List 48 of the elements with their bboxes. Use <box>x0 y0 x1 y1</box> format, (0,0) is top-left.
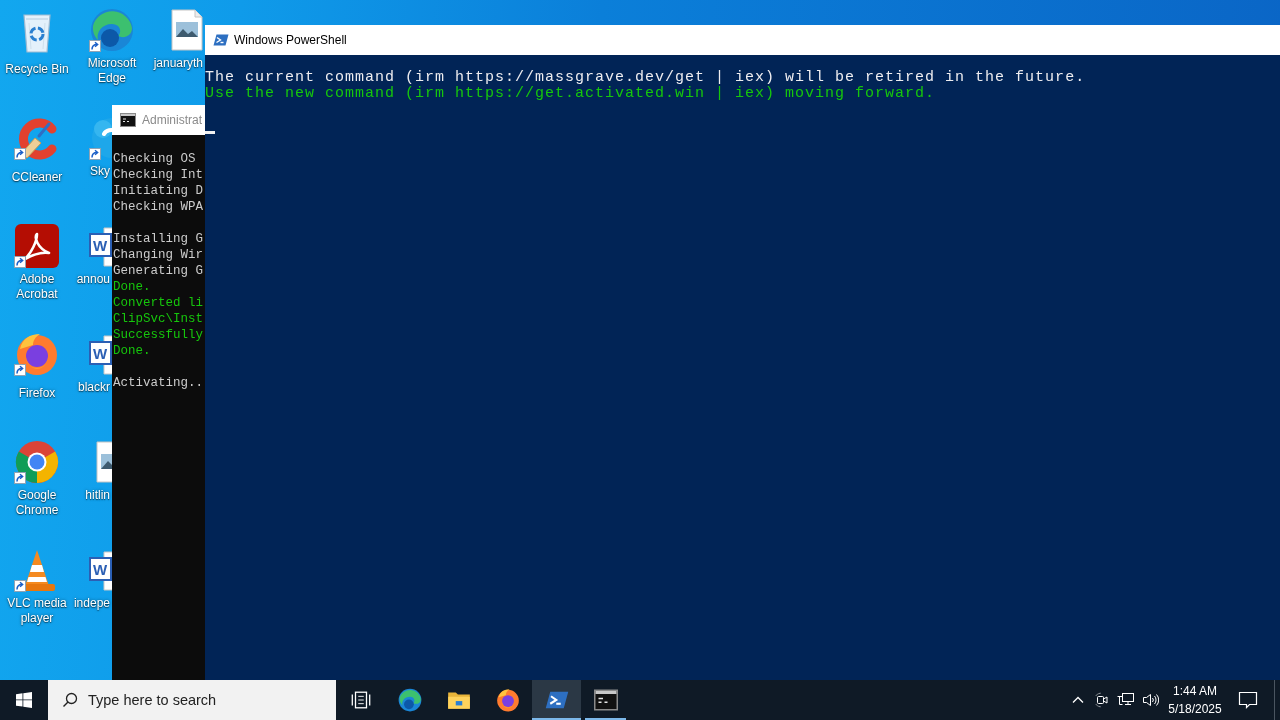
desktop-icon-label[interactable]: Microsoft Edge <box>76 56 148 86</box>
desktop-icon-label[interactable]: Google Chrome <box>1 488 73 518</box>
desktop-icon-label[interactable]: januaryth <box>153 56 203 71</box>
windows-logo-icon <box>16 692 32 708</box>
window-title: Windows PowerShell <box>234 32 347 49</box>
window-title: Administrat <box>142 112 203 129</box>
console-line: Use the new command (irm https://get.activated.win | iex) moving forward. <box>205 86 936 102</box>
desktop-icon-label[interactable]: indepe <box>73 596 110 611</box>
firefox-icon <box>494 687 521 713</box>
console-line: Checking OS <box>113 151 196 167</box>
console-line: Installing G <box>113 231 203 247</box>
clock-button[interactable]: 1:44 AM 5/18/2025 <box>1162 680 1228 720</box>
console-line: Checking WPA <box>113 199 203 215</box>
desktop-icon-label[interactable]: Sky <box>90 164 110 179</box>
console-line: Generating G <box>113 263 203 279</box>
video-camera-icon <box>1094 692 1110 708</box>
console-icon <box>593 688 618 712</box>
console-line: The current command (irm https://massgrave.dev/get | iex) will be retired in the future. <box>205 70 1086 86</box>
edge-icon <box>396 687 423 713</box>
text-cursor <box>205 131 215 134</box>
desktop-icon-label[interactable]: hitlin <box>85 488 110 503</box>
console-line: Checking Int <box>113 167 203 183</box>
desktop-icon-label[interactable]: Recycle Bin <box>5 62 69 77</box>
search-field[interactable]: Type here to search <box>48 680 336 720</box>
powershell-icon <box>213 32 229 48</box>
desktop-icon-label[interactable]: annou <box>76 272 110 287</box>
desktop-icon-label[interactable]: Firefox <box>18 386 56 401</box>
desktop-icon-label[interactable]: CCleaner <box>11 170 63 185</box>
task-view-icon <box>349 689 372 711</box>
console-icon <box>120 112 136 128</box>
console-line: ClipSvc\Inst <box>113 311 203 327</box>
console-line: Done. <box>113 279 151 295</box>
console-line: Successfully <box>113 327 203 343</box>
console-line: Done. <box>113 343 151 359</box>
search-icon <box>62 692 78 708</box>
speaker-icon <box>1141 692 1159 708</box>
console-line: Initiating D <box>113 183 203 199</box>
desktop-icon-label[interactable]: blackr <box>78 380 110 395</box>
notification-icon <box>1238 690 1258 710</box>
acrobat-icon[interactable] <box>13 222 61 270</box>
edge-icon[interactable] <box>88 6 136 54</box>
chrome-icon[interactable] <box>13 438 61 486</box>
desktop-icon-label[interactable]: Adobe Acrobat <box>1 272 73 302</box>
console-line: Activating.. <box>113 375 203 391</box>
desktop-icon-label[interactable]: VLC media player <box>1 596 73 626</box>
console-line: Changing Wir <box>113 247 203 263</box>
network-icon <box>1117 692 1135 708</box>
console-line: Converted li <box>113 295 203 311</box>
